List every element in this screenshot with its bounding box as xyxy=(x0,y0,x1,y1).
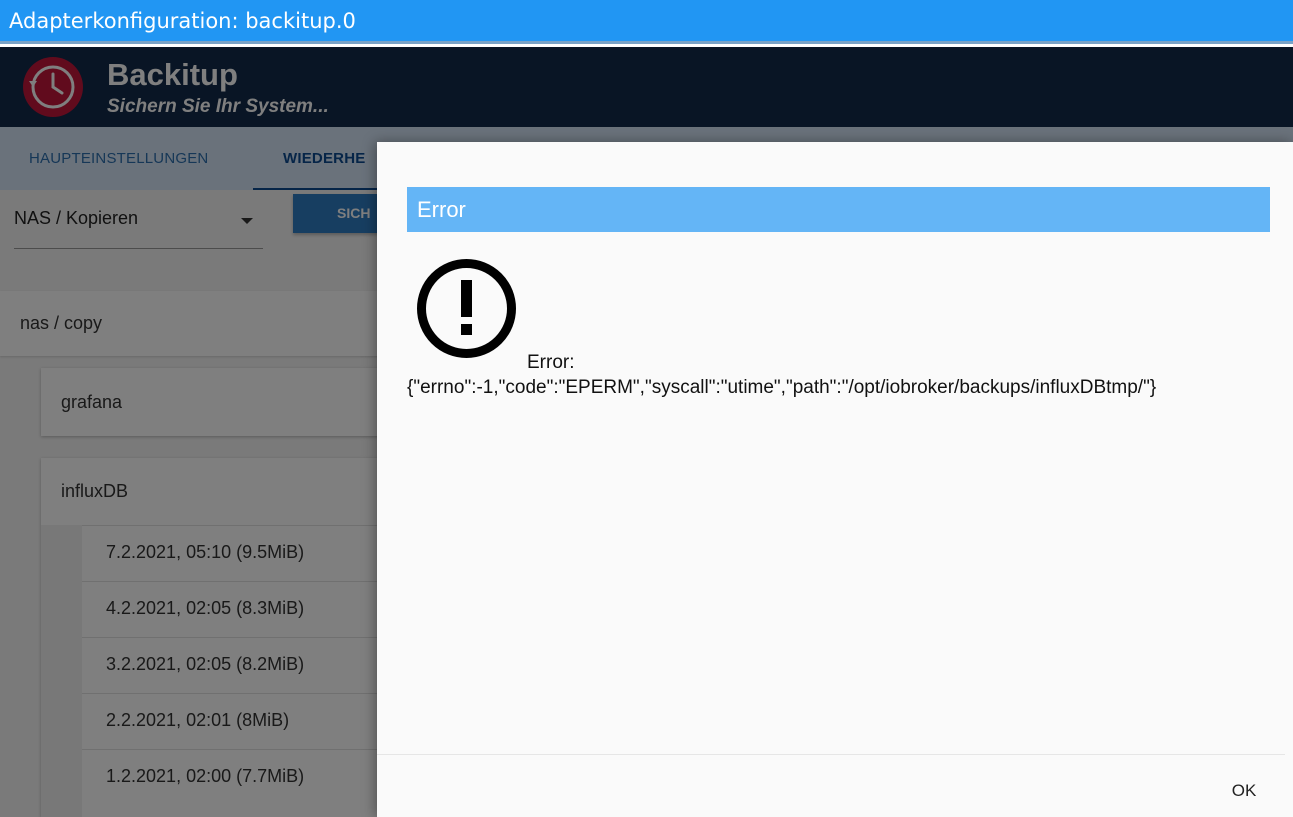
window-title: Adapterkonfiguration: backitup.0 xyxy=(9,8,356,33)
error-exclamation-icon xyxy=(416,258,517,359)
error-message: Error: {"errno":-1,"code":"EPERM","sysca… xyxy=(407,350,1282,400)
dialog-divider xyxy=(377,754,1285,755)
error-message-detail: {"errno":-1,"code":"EPERM","syscall":"ut… xyxy=(407,377,1157,398)
ok-button[interactable]: OK xyxy=(1217,775,1271,807)
window-title-bar: Adapterkonfiguration: backitup.0 xyxy=(0,0,1293,44)
dialog-title: Error xyxy=(407,187,1270,232)
error-dialog: Error Error: {"errno":-1,"code":"EPERM",… xyxy=(377,142,1293,817)
error-message-heading: Error: xyxy=(527,352,575,373)
